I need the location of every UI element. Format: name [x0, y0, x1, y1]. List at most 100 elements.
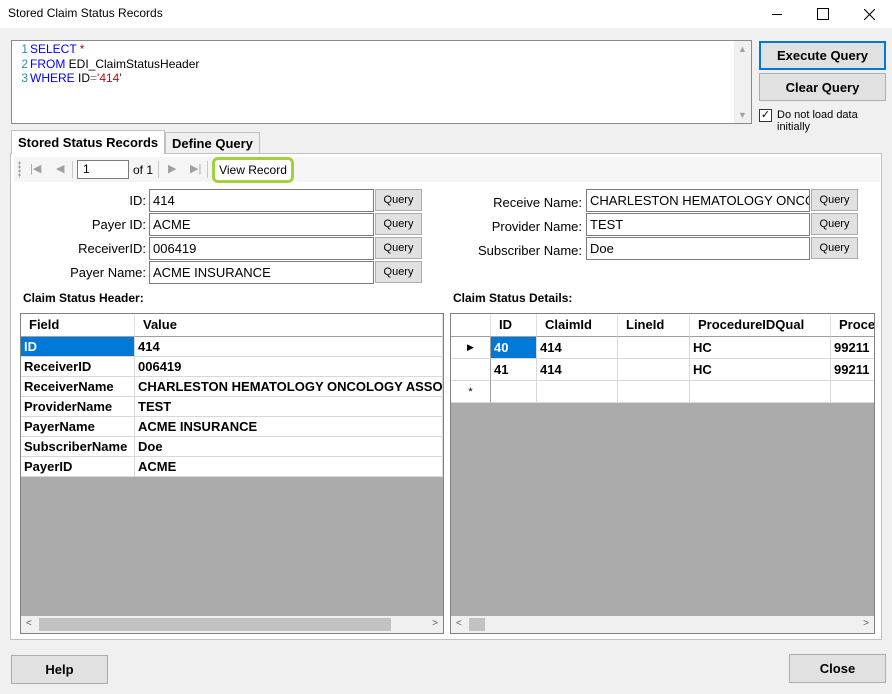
toolbar-separator [72, 161, 73, 178]
toolbar-grip[interactable] [18, 161, 21, 178]
scroll-left-icon[interactable]: < [26, 618, 32, 629]
table-cell[interactable] [537, 381, 618, 403]
table-cell[interactable]: HC [690, 337, 831, 359]
query-button[interactable]: Query [811, 189, 858, 211]
table-cell[interactable]: 414 [135, 337, 443, 357]
column-header[interactable]: ProcedureIDQual [690, 314, 831, 337]
table-cell[interactable]: PayerName [21, 417, 135, 437]
field-input[interactable]: TEST [586, 213, 810, 236]
field-input[interactable]: ACME [149, 213, 374, 236]
table-cell[interactable]: PayerID [21, 457, 135, 477]
scroll-right-icon[interactable]: > [432, 618, 438, 629]
scroll-thumb[interactable] [469, 618, 485, 631]
record-count-label: of 1 [133, 163, 154, 177]
code-token: SELECT [30, 42, 77, 56]
header-grid-hscrollbar[interactable]: < > [21, 616, 443, 633]
scroll-right-icon[interactable]: > [863, 618, 869, 629]
table-cell[interactable]: ID [21, 337, 135, 357]
query-button[interactable]: Query [375, 213, 422, 235]
field-label: Receive Name: [493, 195, 582, 210]
field-input[interactable]: CHARLESTON HEMATOLOGY ONCOLOGY ASSOCIATE… [586, 189, 810, 212]
query-button[interactable]: Query [375, 189, 422, 211]
table-cell[interactable]: HC [690, 359, 831, 381]
view-record-button[interactable]: View Record [212, 157, 294, 183]
query-editor[interactable]: 1 SELECT * 2 FROM EDI_ClaimStatusHeader 3 WHE… [11, 40, 752, 124]
column-header[interactable]: Field [21, 314, 135, 337]
table-cell[interactable]: Doe [135, 437, 443, 457]
move-previous-icon[interactable]: ◀ [56, 162, 64, 175]
table-cell[interactable]: 99211 [831, 337, 874, 359]
field-input[interactable]: 006419 [149, 237, 374, 260]
move-next-icon[interactable]: ▶ [168, 162, 176, 175]
scroll-thumb[interactable] [39, 618, 391, 631]
code-token: EDI_ClaimStatusHeader [65, 56, 200, 71]
table-cell[interactable]: 414 [537, 359, 618, 381]
row-header[interactable]: ▶ [451, 337, 491, 359]
row-header[interactable] [451, 359, 491, 381]
column-header[interactable]: LineId [618, 314, 690, 337]
column-header[interactable]: ProcedureCode [831, 314, 874, 337]
query-button[interactable]: Query [375, 261, 422, 283]
close-window-icon[interactable] [846, 0, 892, 28]
scroll-up-icon[interactable]: ▲ [738, 44, 747, 54]
execute-query-button[interactable]: Execute Query [759, 41, 886, 70]
column-header[interactable]: ID [491, 314, 537, 337]
row-header[interactable]: * [451, 381, 491, 403]
clear-query-button[interactable]: Clear Query [759, 73, 886, 101]
table-cell[interactable]: ProviderName [21, 397, 135, 417]
no-load-checkbox[interactable]: ✓ [759, 109, 772, 122]
claim-status-details-grid[interactable]: < > IDClaimIdLineIdProcedureIDQualProced… [450, 313, 875, 634]
query-button[interactable]: Query [811, 237, 858, 259]
table-cell[interactable]: 006419 [135, 357, 443, 377]
scroll-down-icon[interactable]: ▼ [738, 110, 747, 120]
table-cell[interactable] [831, 381, 874, 403]
field-input[interactable]: 414 [149, 189, 374, 212]
column-header[interactable]: Value [135, 314, 443, 337]
table-cell[interactable]: CHARLESTON HEMATOLOGY ONCOLOGY ASSOCIATE… [135, 377, 443, 397]
query-button[interactable]: Query [375, 237, 422, 259]
move-first-icon[interactable]: |◀ [30, 162, 41, 175]
claim-status-details-title: Claim Status Details: [453, 291, 573, 305]
code-line[interactable]: 2 FROM EDI_ClaimStatusHeader [12, 57, 199, 72]
field-input[interactable]: Doe [586, 237, 810, 260]
position-input[interactable]: 1 [77, 160, 129, 179]
line-number: 2 [21, 56, 28, 71]
claim-status-header-grid[interactable]: < > Field Value ID 414 ReceiverID 006419 Recei… [20, 313, 444, 634]
tab-stored-status-records[interactable]: Stored Status Records [11, 130, 166, 154]
table-cell[interactable] [618, 337, 690, 359]
code-line[interactable]: 3 WHERE ID='414' [12, 71, 121, 86]
table-cell[interactable]: TEST [135, 397, 443, 417]
table-cell[interactable] [618, 381, 690, 403]
help-button[interactable]: Help [11, 655, 108, 684]
minimize-icon[interactable] [754, 0, 800, 28]
table-cell[interactable] [618, 359, 690, 381]
table-cell[interactable]: 414 [537, 337, 618, 359]
table-cell[interactable] [491, 381, 537, 403]
tab-define-query[interactable]: Define Query [165, 132, 260, 154]
field-label: Payer Name: [70, 265, 146, 280]
table-cell[interactable]: 40 [491, 337, 537, 359]
table-cell[interactable]: ReceiverName [21, 377, 135, 397]
details-grid-hscrollbar[interactable]: < > [451, 616, 874, 633]
table-cell[interactable]: ACME [135, 457, 443, 477]
code-line[interactable]: 1 SELECT * [12, 42, 84, 57]
field-label: ID: [129, 193, 146, 208]
code-token: = [90, 71, 98, 85]
table-cell[interactable]: ACME INSURANCE [135, 417, 443, 437]
query-button[interactable]: Query [811, 213, 858, 235]
editor-scrollbar[interactable]: ▲ ▼ [734, 41, 751, 123]
code-token: FROM [30, 56, 66, 71]
scroll-left-icon[interactable]: < [456, 618, 462, 629]
close-button[interactable]: Close [789, 654, 886, 683]
maximize-icon[interactable] [800, 0, 846, 28]
table-cell[interactable]: 41 [491, 359, 537, 381]
table-cell[interactable]: ReceiverID [21, 357, 135, 377]
column-header[interactable]: ClaimId [537, 314, 618, 337]
table-cell[interactable]: SubscriberName [21, 437, 135, 457]
table-cell[interactable] [690, 381, 831, 403]
move-last-icon[interactable]: ▶| [190, 162, 201, 175]
field-input[interactable]: ACME INSURANCE [149, 261, 374, 284]
field-label: ReceiverID: [78, 241, 146, 256]
table-cell[interactable]: 99211 [831, 359, 874, 381]
no-load-label: Do not load data initially [777, 109, 858, 133]
